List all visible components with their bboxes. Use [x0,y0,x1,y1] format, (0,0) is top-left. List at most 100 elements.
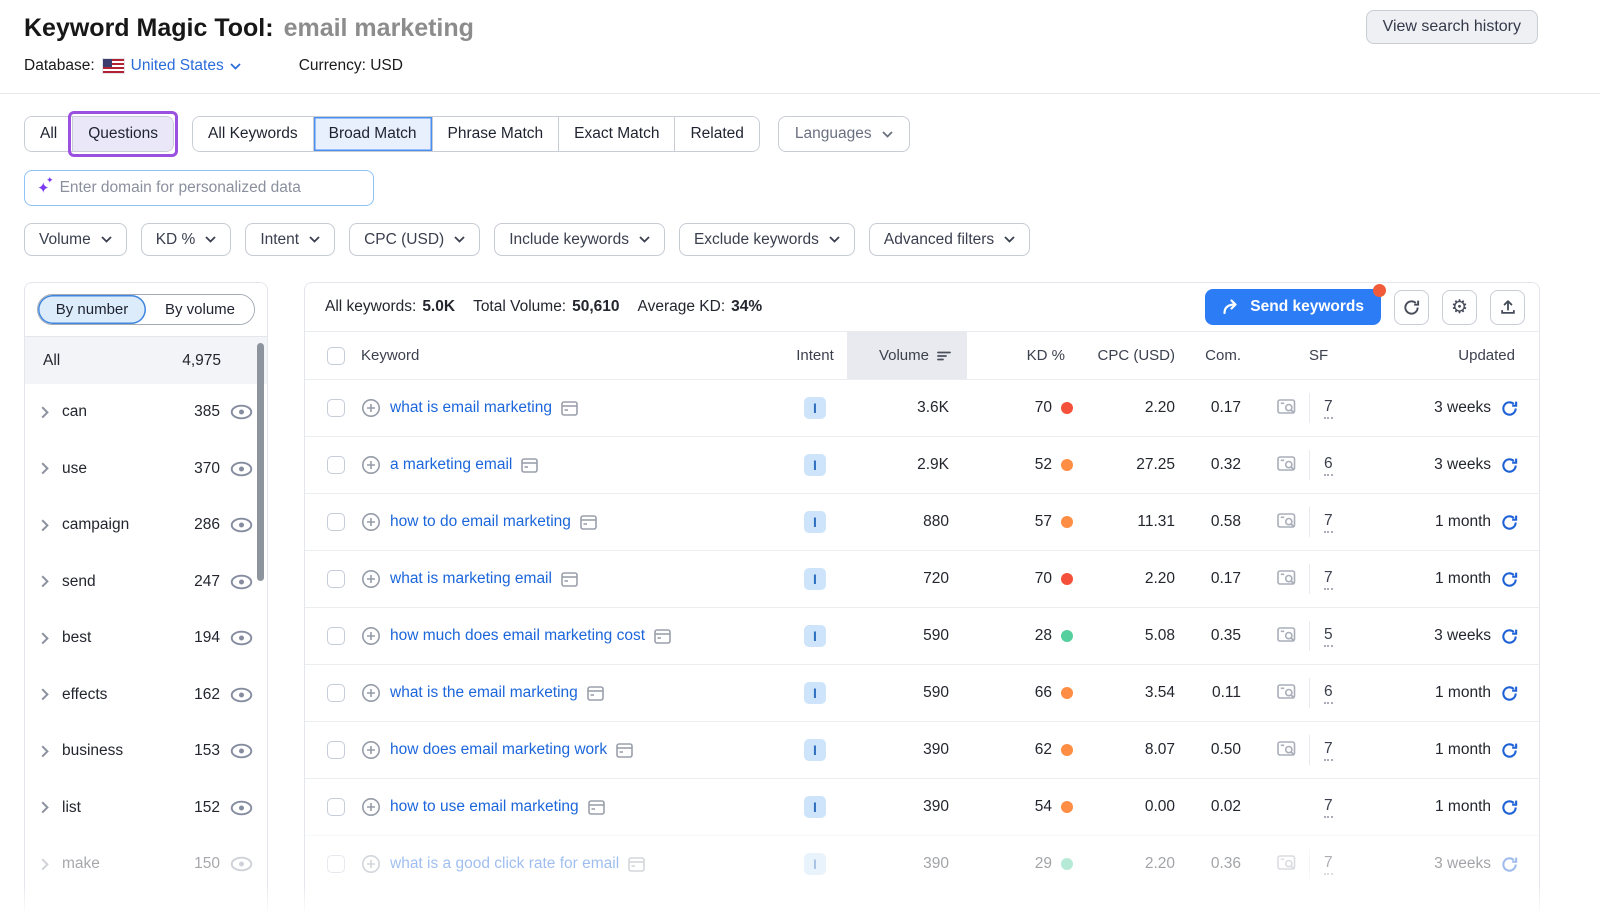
column-header-intent[interactable]: Intent [783,347,847,364]
column-header-com[interactable]: Com. [1191,347,1265,364]
gear-button[interactable]: ⚙ [1442,290,1477,325]
tab-all-keywords[interactable]: All Keywords [193,117,314,151]
add-keyword-icon[interactable] [361,626,381,646]
sf-value[interactable]: 7 [1324,797,1333,818]
domain-input[interactable]: ✦✦ Enter domain for personalized data [24,170,374,206]
serp-preview-icon[interactable] [1277,855,1298,873]
row-checkbox[interactable] [327,798,345,816]
sidebar-item-make[interactable]: make 150 [25,836,267,893]
eye-icon[interactable] [230,800,253,816]
column-header-updated[interactable]: Updated [1361,347,1539,364]
eye-icon[interactable] [230,517,253,533]
column-header-volume[interactable]: Volume [847,332,967,379]
keyword-link[interactable]: how to do email marketing [390,513,571,531]
eye-icon[interactable] [230,630,253,646]
add-keyword-icon[interactable] [361,797,381,817]
add-keyword-icon[interactable] [361,740,381,760]
intent-badge[interactable]: I [804,568,826,590]
serp-features-icon[interactable] [616,743,633,758]
refresh-metrics-icon[interactable] [1500,684,1519,703]
sf-value[interactable]: 7 [1324,512,1333,533]
sf-value[interactable]: 7 [1324,854,1333,875]
sf-value[interactable]: 6 [1324,683,1333,704]
column-header-cpc[interactable]: CPC (USD) [1079,347,1191,364]
intent-badge[interactable]: I [804,853,826,875]
refresh-metrics-icon[interactable] [1500,399,1519,418]
tab-questions[interactable]: Questions [73,117,173,151]
database-select[interactable]: United States [131,57,241,75]
tab-phrase-match[interactable]: Phrase Match [433,117,560,151]
sidebar-item-can[interactable]: can 385 [25,384,267,441]
filter-volume[interactable]: Volume [24,223,127,256]
refresh-metrics-icon[interactable] [1500,456,1519,475]
row-checkbox[interactable] [327,399,345,417]
filter-intent[interactable]: Intent [245,223,335,256]
serp-features-icon[interactable] [561,401,578,416]
add-keyword-icon[interactable] [361,398,381,418]
eye-icon[interactable] [230,743,253,759]
add-keyword-icon[interactable] [361,512,381,532]
tab-all[interactable]: All [25,117,73,151]
add-keyword-icon[interactable] [361,854,381,874]
sidebar-item-effects[interactable]: effects 162 [25,667,267,724]
filter-cpc-usd-[interactable]: CPC (USD) [349,223,480,256]
row-checkbox[interactable] [327,627,345,645]
column-header-sf[interactable]: SF [1309,347,1361,364]
intent-badge[interactable]: I [804,511,826,533]
serp-preview-icon[interactable] [1277,513,1298,531]
refresh-metrics-icon[interactable] [1500,741,1519,760]
by-volume-toggle[interactable]: By volume [146,295,254,324]
export-button[interactable] [1490,290,1525,325]
add-keyword-icon[interactable] [361,455,381,475]
keyword-link[interactable]: how does email marketing work [390,741,607,759]
languages-dropdown[interactable]: Languages [778,116,910,152]
keyword-link[interactable]: what is marketing email [390,570,552,588]
serp-features-icon[interactable] [561,572,578,587]
column-header-keyword[interactable]: Keyword [361,347,783,364]
chevron-right-icon[interactable] [41,406,49,419]
serp-preview-icon[interactable] [1277,627,1298,645]
chevron-right-icon[interactable] [41,632,49,645]
sidebar-item-all[interactable]: All 4,975 [25,337,267,384]
chevron-right-icon[interactable] [41,858,49,871]
keyword-link[interactable]: what is the email marketing [390,684,578,702]
eye-icon[interactable] [230,574,253,590]
by-number-toggle[interactable]: By number [38,295,146,324]
eye-icon[interactable] [230,461,253,477]
sidebar-item-list[interactable]: list 152 [25,780,267,837]
eye-icon[interactable] [230,687,253,703]
intent-badge[interactable]: I [804,739,826,761]
keyword-link[interactable]: what is a good click rate for email [390,855,619,873]
row-checkbox[interactable] [327,684,345,702]
add-keyword-icon[interactable] [361,569,381,589]
keyword-link[interactable]: how to use email marketing [390,798,579,816]
chevron-right-icon[interactable] [41,575,49,588]
refresh-button[interactable] [1394,290,1429,325]
chevron-right-icon[interactable] [41,462,49,475]
chevron-right-icon[interactable] [41,801,49,814]
send-keywords-button[interactable]: Send keywords [1205,289,1381,325]
keyword-link[interactable]: a marketing email [390,456,512,474]
serp-preview-icon[interactable] [1277,570,1298,588]
sidebar-item-business[interactable]: business 153 [25,723,267,780]
sidebar-item-send[interactable]: send 247 [25,554,267,611]
sf-value[interactable]: 6 [1324,455,1333,476]
eye-icon[interactable] [230,856,253,872]
view-search-history-button[interactable]: View search history [1366,10,1538,44]
refresh-metrics-icon[interactable] [1500,627,1519,646]
tab-related[interactable]: Related [675,117,758,151]
filter-include-keywords[interactable]: Include keywords [494,223,665,256]
sidebar-item-use[interactable]: use 370 [25,441,267,498]
filter-exclude-keywords[interactable]: Exclude keywords [679,223,855,256]
refresh-metrics-icon[interactable] [1500,513,1519,532]
intent-badge[interactable]: I [804,397,826,419]
filter-advanced-filters[interactable]: Advanced filters [869,223,1030,256]
chevron-right-icon[interactable] [41,519,49,532]
tab-broad-match[interactable]: Broad Match [314,117,433,151]
sf-value[interactable]: 7 [1324,398,1333,419]
row-checkbox[interactable] [327,570,345,588]
intent-badge[interactable]: I [804,625,826,647]
intent-badge[interactable]: I [804,454,826,476]
chevron-right-icon[interactable] [41,745,49,758]
row-checkbox[interactable] [327,741,345,759]
